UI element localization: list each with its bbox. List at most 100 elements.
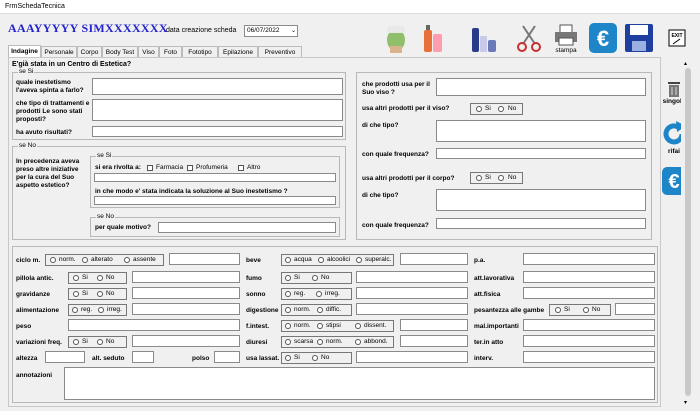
digestione-field[interactable] xyxy=(356,303,468,315)
variazioni-no-radio[interactable] xyxy=(97,339,103,345)
trattamenti-field[interactable] xyxy=(92,99,343,121)
scissors-button[interactable] xyxy=(514,20,544,56)
tab-preventivo[interactable]: Preventivo xyxy=(258,46,302,57)
save-button[interactable] xyxy=(624,20,654,56)
pesantezza-no-radio[interactable] xyxy=(583,307,589,313)
fumo-no-radio[interactable] xyxy=(312,275,318,281)
lassat-field[interactable] xyxy=(356,351,468,363)
lassat-si-radio[interactable] xyxy=(285,355,291,361)
altro-checkbox[interactable] xyxy=(238,165,244,171)
interv-field[interactable] xyxy=(523,351,655,363)
variazioni-label: variazioni freq. xyxy=(16,339,62,346)
euro-button[interactable]: € xyxy=(588,20,618,56)
pillola-field[interactable] xyxy=(132,271,240,283)
peso-field[interactable] xyxy=(68,319,240,331)
gravidanze-field[interactable] xyxy=(132,287,240,299)
tipo-corpo-field[interactable] xyxy=(436,189,646,211)
pesantezza-si-radio[interactable] xyxy=(555,307,561,313)
tab-corpo[interactable]: Corpo xyxy=(77,46,102,57)
farmacia-checkbox[interactable] xyxy=(147,165,153,171)
pesantezza-field[interactable] xyxy=(615,303,655,315)
risultati-field[interactable] xyxy=(92,126,343,137)
lassat-no-radio[interactable] xyxy=(312,355,318,361)
gravidanze-no-radio[interactable] xyxy=(97,291,103,297)
beve-alcoolici-radio[interactable] xyxy=(318,257,324,263)
tab-fototipo[interactable]: Fototipo xyxy=(182,46,218,57)
scroll-thumb[interactable] xyxy=(685,68,691,396)
diuresi-field[interactable] xyxy=(400,335,468,347)
scroll-up-icon[interactable]: ▴ xyxy=(684,60,687,67)
ciclo-alterato-radio[interactable] xyxy=(82,257,88,263)
altri-corpo-si-radio[interactable] xyxy=(476,175,482,181)
beve-superalc-radio[interactable] xyxy=(356,257,362,263)
alt-seduto-field[interactable] xyxy=(132,351,154,363)
alimentazione-reg-radio[interactable] xyxy=(72,307,78,313)
profumeria-checkbox[interactable] xyxy=(187,165,193,171)
diuresi-abbond-radio[interactable] xyxy=(355,339,361,345)
diuresi-norm-radio[interactable] xyxy=(317,339,323,345)
variazioni-si-radio[interactable] xyxy=(73,339,79,345)
lassat-label: usa lassat. xyxy=(246,355,280,362)
ciclo-assente-label: assente xyxy=(133,256,156,263)
fumo-si-radio[interactable] xyxy=(285,275,291,281)
tab-personale[interactable]: Personale xyxy=(41,46,77,57)
pillola-si-radio[interactable] xyxy=(73,275,79,281)
pillola-no-radio[interactable] xyxy=(97,275,103,281)
face-treatment-button[interactable] xyxy=(381,20,411,56)
ter-atto-label: ter.in atto xyxy=(474,339,504,346)
body-products-button[interactable] xyxy=(418,20,448,56)
freq-corpo-field[interactable] xyxy=(436,218,646,229)
freq-viso-field[interactable] xyxy=(436,148,646,159)
annotazioni-field[interactable] xyxy=(64,367,655,400)
digestione-norm-radio[interactable] xyxy=(285,307,291,313)
polso-field[interactable] xyxy=(214,351,240,363)
f-intest-field[interactable] xyxy=(400,319,468,331)
fumo-field[interactable] xyxy=(356,271,468,283)
ciclo-assente-radio[interactable] xyxy=(124,257,130,263)
pillola-no-label: No xyxy=(106,274,115,281)
calendar-dropdown-icon[interactable]: ⌄ xyxy=(291,26,296,36)
skincare-button[interactable] xyxy=(469,20,499,56)
alimentazione-field[interactable] xyxy=(132,303,240,315)
spinta-field[interactable] xyxy=(92,78,343,95)
exit-button[interactable]: EXIT xyxy=(667,20,687,56)
digestione-diffic-radio[interactable] xyxy=(317,307,323,313)
pa-field[interactable] xyxy=(523,253,655,265)
sonno-reg-radio[interactable] xyxy=(285,291,291,297)
ter-atto-field[interactable] xyxy=(523,335,655,347)
variazioni-field[interactable] xyxy=(132,335,240,347)
alimentazione-irreg-radio[interactable] xyxy=(98,307,104,313)
tipo-viso-field[interactable] xyxy=(436,120,646,142)
f-intest-norm-radio[interactable] xyxy=(285,323,291,329)
f-intest-stipsi-radio[interactable] xyxy=(317,323,323,329)
tab-body-test[interactable]: Body Test xyxy=(102,46,138,57)
mal-imp-field[interactable] xyxy=(523,319,655,331)
date-field[interactable]: 06/07/2022 ⌄ xyxy=(244,25,298,37)
tab-viso[interactable]: Viso xyxy=(138,46,159,57)
att-fis-field[interactable] xyxy=(523,287,655,299)
altri-viso-si-radio[interactable] xyxy=(476,106,482,112)
tab-epilazione[interactable]: Epilazione xyxy=(218,46,258,57)
ciclo-norm-radio[interactable] xyxy=(50,257,56,263)
gravidanze-si-radio[interactable] xyxy=(73,291,79,297)
tab-indagine[interactable]: Indagine xyxy=(8,45,41,57)
beve-field[interactable] xyxy=(400,253,468,265)
scroll-down-icon[interactable]: ▾ xyxy=(684,399,687,406)
diuresi-scarsa-radio[interactable] xyxy=(285,339,291,345)
altezza-field[interactable] xyxy=(45,351,85,363)
motivo-field[interactable] xyxy=(158,222,336,233)
prodotti-viso-field[interactable] xyxy=(436,78,646,96)
altri-corpo-no-radio[interactable] xyxy=(498,175,504,181)
print-button[interactable]: stampa xyxy=(551,20,581,56)
beve-acqua-radio[interactable] xyxy=(285,257,291,263)
att-lav-field[interactable] xyxy=(523,271,655,283)
sonno-irreg-radio[interactable] xyxy=(316,291,322,297)
soluzione-field[interactable] xyxy=(94,196,336,205)
vertical-scrollbar[interactable]: ▴ ▾ xyxy=(681,60,695,406)
rivolta-field[interactable] xyxy=(94,173,336,182)
ciclo-field[interactable] xyxy=(169,253,240,265)
f-intest-dissent-radio[interactable] xyxy=(355,323,361,329)
tab-foto[interactable]: Foto xyxy=(159,46,182,57)
sonno-field[interactable] xyxy=(356,287,468,299)
altri-viso-no-radio[interactable] xyxy=(498,106,504,112)
